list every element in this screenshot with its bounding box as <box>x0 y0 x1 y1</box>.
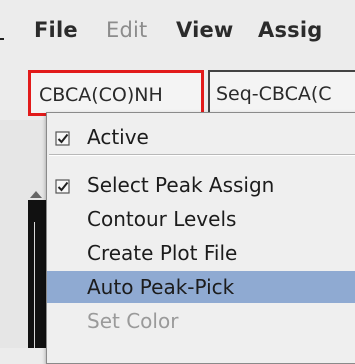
context-menu: Active Select Peak Assign Contour Levels… <box>46 112 355 364</box>
menu-bar: File Edit View Assig <box>0 0 355 60</box>
menu-item-select-peak-assign[interactable]: Select Peak Assign <box>47 169 355 201</box>
menu-view[interactable]: View <box>176 18 234 42</box>
checkbox-checked-icon <box>55 128 71 146</box>
menu-item-auto-peak-pick[interactable]: Auto Peak-Pick <box>47 271 355 303</box>
menu-assign[interactable]: Assig <box>258 18 322 42</box>
menu-item-label: Active <box>87 125 149 149</box>
menu-edit[interactable]: Edit <box>106 18 147 42</box>
menu-item-label: Auto Peak-Pick <box>87 275 235 299</box>
pointer-tick-mark <box>0 38 4 40</box>
menu-separator-highlight <box>49 155 355 156</box>
menu-item-label: Set Color <box>87 309 179 333</box>
canvas-axis-line <box>34 222 35 348</box>
menu-item-set-color: Set Color <box>47 305 355 337</box>
tab-cbcaconh[interactable]: CBCA(CO)NH <box>28 70 204 116</box>
menu-item-label: Contour Levels <box>87 207 237 231</box>
menu-file[interactable]: File <box>34 18 78 42</box>
menu-item-contour-levels[interactable]: Contour Levels <box>47 203 355 235</box>
menu-item-label: Select Peak Assign <box>87 173 275 197</box>
menu-item-active[interactable]: Active <box>47 121 355 153</box>
tab-seq-cbcaco[interactable]: Seq-CBCA(C <box>208 70 355 116</box>
scroll-up-arrow-icon[interactable] <box>30 191 42 198</box>
checkbox-checked-icon <box>55 176 71 194</box>
menu-item-create-plot-file[interactable]: Create Plot File <box>47 237 355 269</box>
menu-item-label: Create Plot File <box>87 241 238 265</box>
